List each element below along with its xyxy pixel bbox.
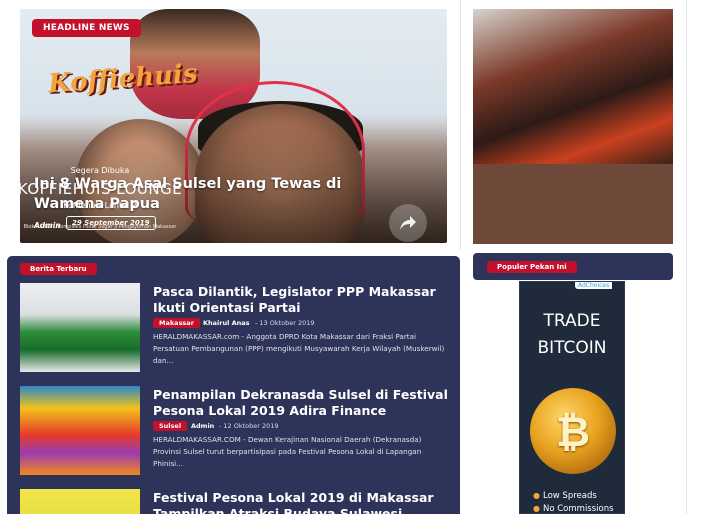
koffiehuis-ad-banner[interactable] (473, 9, 673, 244)
article-category-badge[interactable]: Sulsel (153, 421, 188, 431)
article-date: - 13 Oktober 2019 (255, 319, 315, 327)
share-arrow-glyph (400, 216, 416, 230)
article-thumbnail[interactable] (20, 489, 140, 514)
bullet-dot-icon: ● (533, 504, 540, 513)
article-author[interactable]: Khairul Anas (203, 319, 250, 327)
article-excerpt: HERALDMAKASSAR.com - Anggota DPRD Kota M… (153, 332, 445, 365)
article-author[interactable]: Admin (191, 422, 214, 430)
popular-week-label: Populer Pekan Ini (487, 261, 577, 273)
ad-address-text: Blok RA No.1 Kompleks Pasar Segar Jl Pen… (23, 224, 177, 230)
article-category-badge[interactable]: Makassar (153, 318, 200, 328)
ad-bullet-text: No Commissions (542, 504, 614, 514)
ad-bullet-item: ● Low Spreads (533, 491, 597, 501)
ad-interior-photo (473, 9, 673, 164)
share-arrow-icon[interactable] (389, 204, 427, 242)
article-thumbnail[interactable] (20, 283, 140, 372)
column-divider (460, 0, 461, 250)
bitcoin-coin-icon: ₿ (530, 388, 616, 474)
latest-news-label: Berita Terbaru (20, 263, 97, 275)
ad-bullet-item: ● No Commissions (533, 504, 614, 514)
ad-info-panel (473, 164, 673, 244)
ad-opening-text: Segera Dibuka (70, 166, 130, 175)
bullet-dot-icon: ● (533, 491, 540, 500)
bitcoin-symbol: ₿ (555, 406, 591, 456)
adchoices-badge[interactable]: AdChoices (575, 282, 613, 289)
article-excerpt: HERALDMAKASSAR.COM - Dewan Kerajinan Nas… (153, 435, 422, 468)
sidebar-divider (686, 0, 687, 514)
ad-lounge-name: KOFFIEHUIS LOUNGE (17, 180, 183, 198)
article-date: - 12 Oktober 2019 (219, 422, 279, 430)
headline-news-badge: HEADLINE NEWS (32, 19, 141, 37)
ad-headline-bitcoin: BITCOIN (537, 338, 607, 358)
article-title[interactable]: Pasca Dilantik, Legislator PPP Makassar … (153, 284, 448, 316)
ad-bullet-text: Low Spreads (542, 491, 597, 501)
article-title[interactable]: Festival Pesona Lokal 2019 di Makassar T… (153, 490, 448, 514)
article-thumbnail[interactable] (20, 386, 140, 475)
article-title[interactable]: Penampilan Dekranasda Sulsel di Festival… (153, 387, 448, 419)
ad-floor-text: Koffiehuis Lantai 2 (63, 201, 137, 210)
ad-headline-trade: TRADE (543, 311, 601, 331)
